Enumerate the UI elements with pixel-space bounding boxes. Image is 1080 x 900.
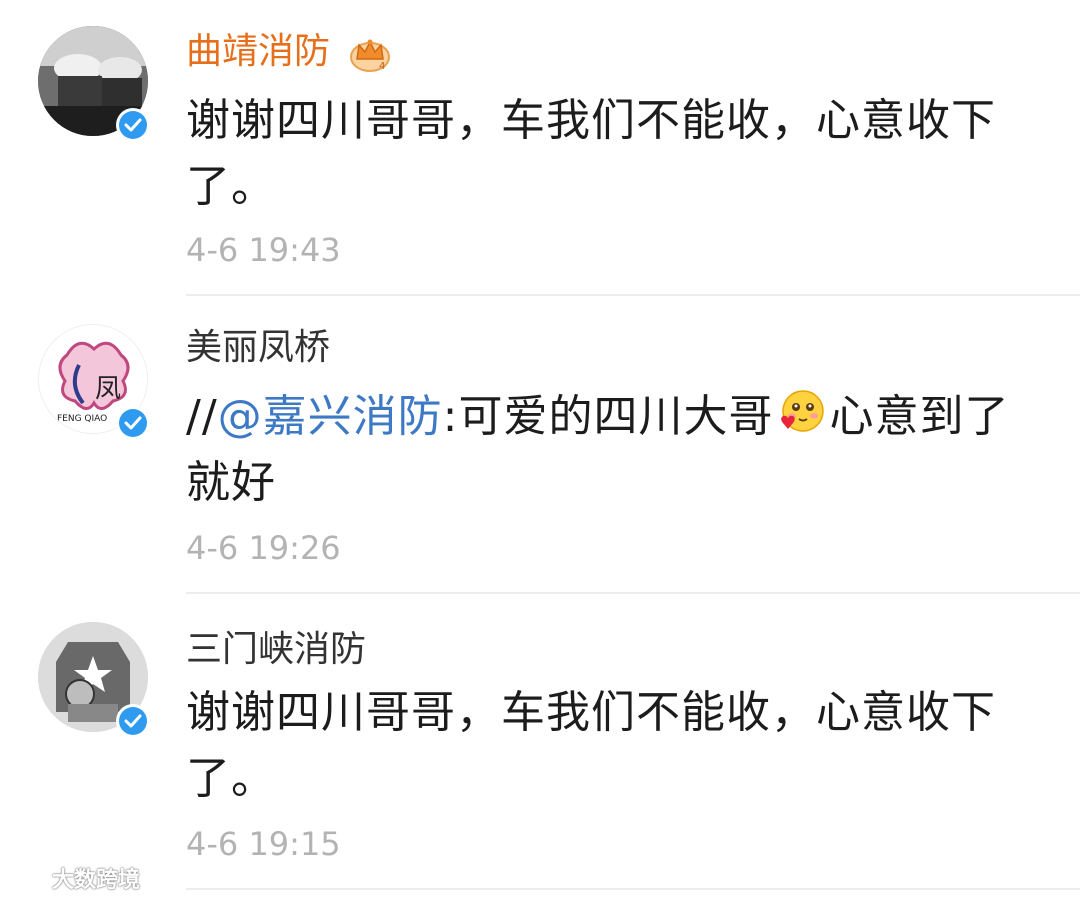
divider — [186, 888, 1080, 890]
avatar[interactable] — [38, 622, 150, 738]
mention-link[interactable]: @嘉兴消防 — [218, 391, 443, 442]
vip-crown-icon: 4 — [350, 39, 391, 72]
avatar[interactable] — [38, 26, 150, 142]
watermark: 大数跨境 — [8, 862, 140, 894]
comment-item: 凤 FENG QIAO 美丽凤桥 //@嘉兴消防:可爱的四川大哥 心意到了就好 … — [0, 296, 1080, 594]
username[interactable]: 三门峡消防 — [186, 628, 366, 672]
weibo-logo-icon — [9, 867, 46, 892]
comment-text: 谢谢四川哥哥，车我们不能收，心意收下了。 — [186, 95, 996, 212]
username[interactable]: 曲靖消防 4 — [186, 30, 391, 74]
svg-text:凤: 凤 — [95, 374, 121, 404]
comment-text-mid: :可爱的四川大哥 — [442, 391, 774, 442]
comment-text: 谢谢四川哥哥，车我们不能收，心意收下了。 — [186, 687, 996, 804]
comment-item: 三门峡消防 谢谢四川哥哥，车我们不能收，心意收下了。 4-6 19:15 — [0, 594, 1080, 894]
username[interactable]: 美丽凤桥 — [186, 326, 330, 370]
timestamp: 4-6 19:15 — [186, 825, 341, 863]
cute-emoji-icon — [781, 390, 825, 432]
verified-badge-icon — [116, 108, 150, 142]
comment-text: //@嘉兴消防:可爱的四川大哥 心意到了就好 — [186, 384, 1016, 516]
repost-prefix: // — [186, 391, 218, 442]
timestamp: 4-6 19:43 — [186, 231, 341, 269]
comment-item: 曲靖消防 4 谢谢四川哥哥，车我们不能收，心意收下了。 4-6 19:43 — [0, 0, 1080, 296]
svg-text:4: 4 — [379, 61, 385, 72]
verified-badge-icon — [116, 406, 150, 440]
avatar[interactable]: 凤 FENG QIAO — [38, 324, 150, 440]
verified-badge-icon — [116, 704, 150, 738]
svg-text:FENG QIAO: FENG QIAO — [57, 414, 107, 424]
timestamp: 4-6 19:26 — [186, 529, 341, 567]
